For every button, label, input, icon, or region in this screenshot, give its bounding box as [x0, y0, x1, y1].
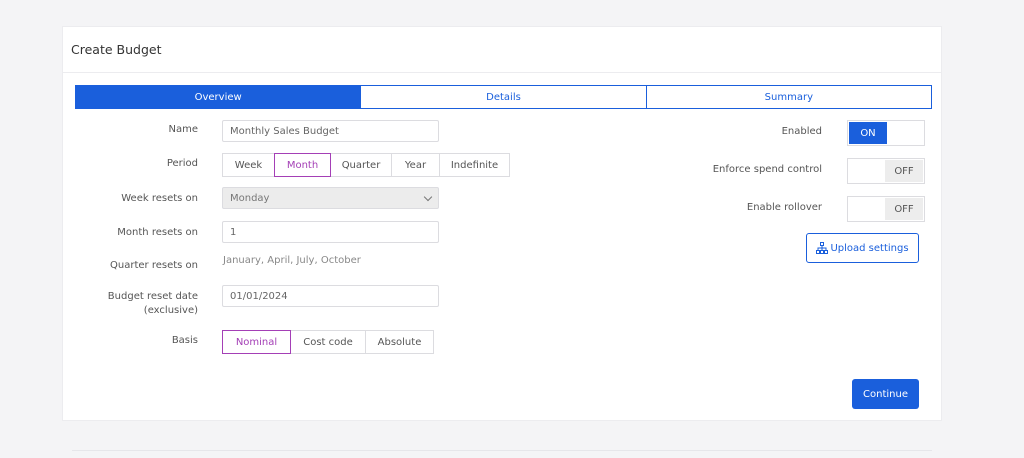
chevron-down-icon	[423, 192, 433, 202]
name-label: Name	[168, 124, 198, 135]
period-option-month[interactable]: Month	[274, 153, 331, 177]
basis-option-absolute[interactable]: Absolute	[365, 330, 434, 354]
period-option-quarter[interactable]: Quarter	[330, 153, 392, 177]
name-input[interactable]: Monthly Sales Budget	[222, 120, 439, 142]
month-resets-label: Month resets on	[117, 227, 198, 238]
period-option-indefinite[interactable]: Indefinite	[439, 153, 510, 177]
budget-reset-date-label-line2: (exclusive)	[143, 305, 198, 316]
enabled-toggle-state: ON	[849, 122, 887, 144]
period-segmented-control: Week Month Quarter Year Indefinite	[222, 153, 510, 177]
divider	[72, 450, 932, 451]
week-resets-label: Week resets on	[121, 193, 198, 204]
month-resets-input[interactable]: 1	[222, 221, 439, 243]
enable-rollover-toggle[interactable]: OFF	[847, 196, 925, 222]
enabled-toggle[interactable]: ON	[847, 120, 925, 146]
quarter-resets-label: Quarter resets on	[110, 260, 198, 271]
continue-button[interactable]: Continue	[852, 379, 919, 409]
enabled-label: Enabled	[781, 126, 822, 137]
upload-settings-label: Upload settings	[830, 242, 909, 254]
enforce-spend-control-label: Enforce spend control	[712, 164, 822, 175]
sitemap-icon	[816, 242, 829, 254]
enforce-spend-control-toggle[interactable]: OFF	[847, 158, 925, 184]
budget-reset-date-input[interactable]: 01/01/2024	[222, 285, 439, 307]
period-option-week[interactable]: Week	[222, 153, 275, 177]
wizard-tabs: Overview Details Summary	[75, 85, 932, 109]
create-budget-card: Create Budget Overview Details Summary N…	[62, 26, 942, 421]
budget-reset-date-label-line1: Budget reset date	[107, 291, 198, 302]
upload-settings-button[interactable]: Upload settings	[806, 233, 919, 263]
tab-summary[interactable]: Summary	[646, 85, 932, 109]
tab-details[interactable]: Details	[361, 85, 647, 109]
basis-option-nominal[interactable]: Nominal	[222, 330, 291, 354]
card-title: Create Budget	[63, 27, 941, 73]
enable-rollover-label: Enable rollover	[746, 202, 822, 213]
week-resets-value: Monday	[230, 192, 270, 204]
quarter-resets-value: January, April, July, October	[223, 255, 361, 266]
enforce-spend-control-toggle-state: OFF	[885, 160, 923, 182]
week-resets-select[interactable]: Monday	[222, 187, 439, 209]
basis-option-cost-code[interactable]: Cost code	[290, 330, 366, 354]
enable-rollover-toggle-state: OFF	[885, 198, 923, 220]
period-label: Period	[166, 158, 198, 169]
basis-label: Basis	[171, 335, 198, 346]
basis-segmented-control: Nominal Cost code Absolute	[222, 330, 434, 354]
tab-overview[interactable]: Overview	[75, 85, 362, 109]
period-option-year[interactable]: Year	[391, 153, 440, 177]
budget-reset-date-label: Budget reset date (exclusive)	[108, 290, 198, 318]
